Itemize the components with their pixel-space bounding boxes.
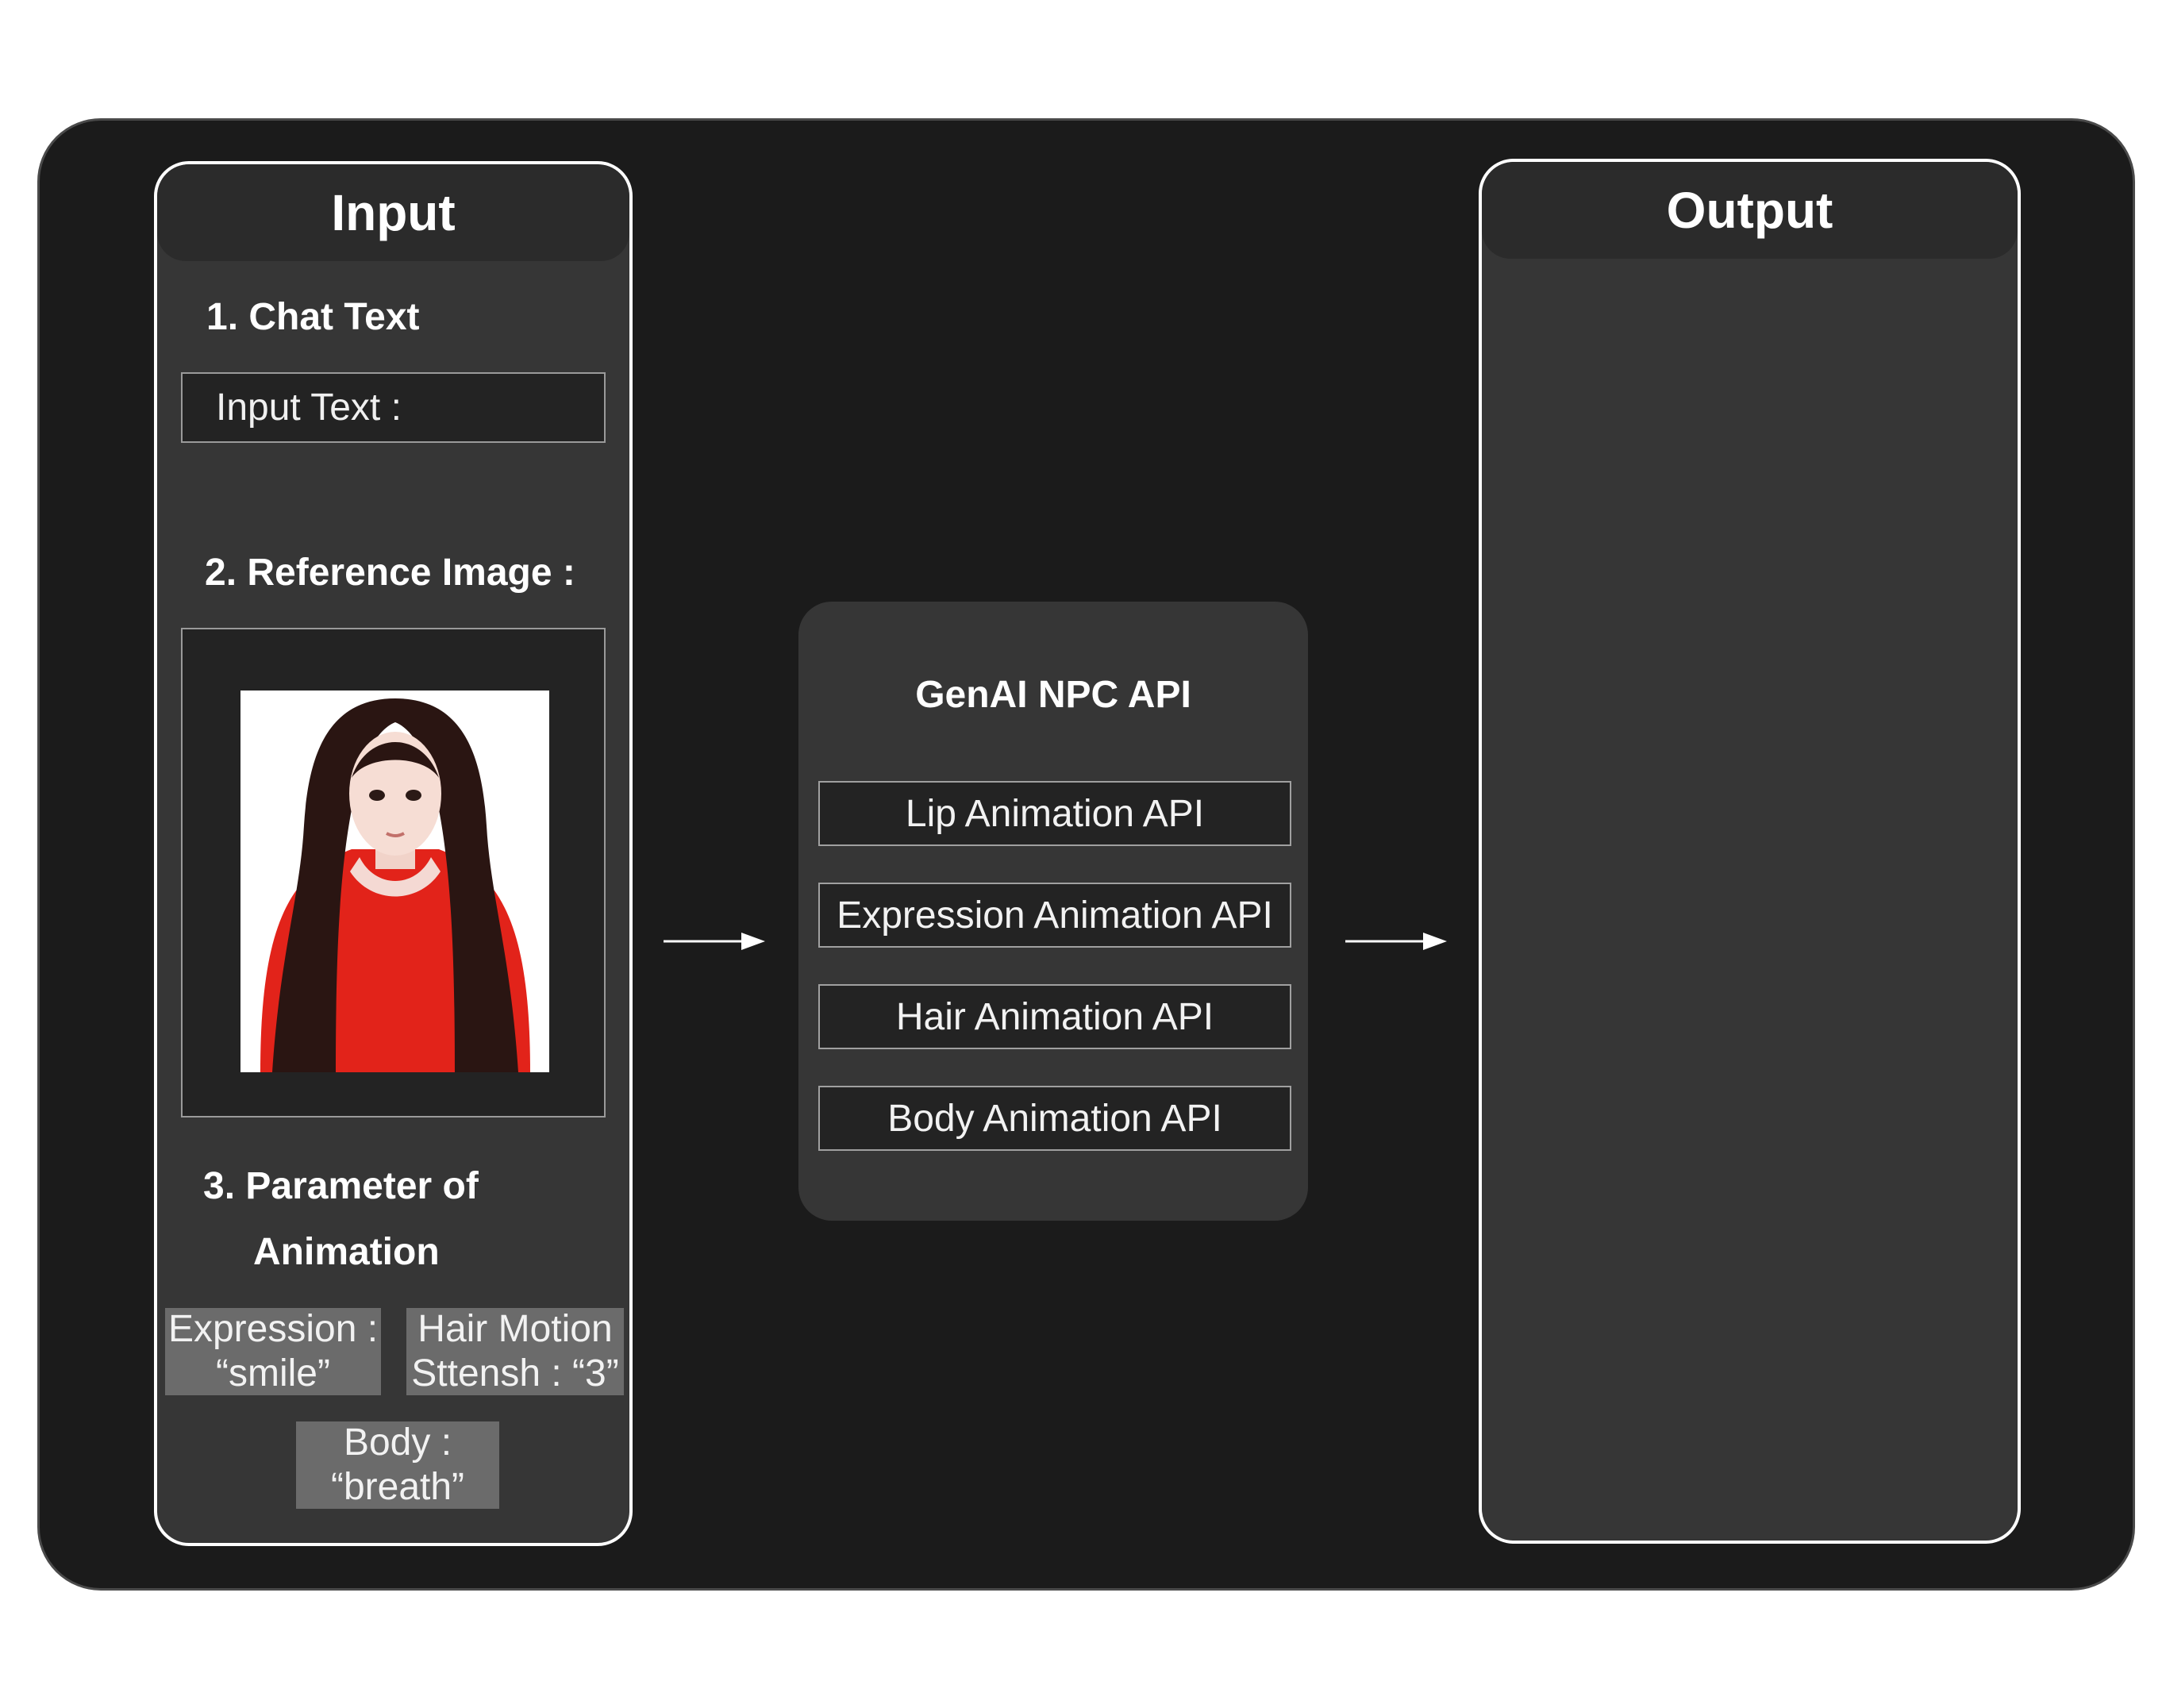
reference-image-heading: 2. Reference Image :: [205, 552, 575, 594]
expression-parameter: Expression : “smile”: [165, 1308, 381, 1395]
expression-animation-api: Expression Animation API: [818, 883, 1291, 948]
input-text-field[interactable]: Input Text :: [181, 372, 606, 443]
output-panel: Output: [1479, 159, 2021, 1544]
api-title: GenAI NPC API: [915, 674, 1191, 716]
input-text-label: Input Text :: [216, 387, 402, 429]
hair-animation-api: Hair Animation API: [818, 984, 1291, 1049]
body-animation-api: Body Animation API: [818, 1086, 1291, 1151]
genai-npc-api-card: GenAI NPC API Lip Animation API Expressi…: [798, 602, 1308, 1221]
parameter-heading-continued: Animation: [253, 1231, 440, 1273]
chat-text-heading: 1. Chat Text: [206, 296, 420, 338]
input-panel: Input 1. Chat Text Input Text : 2. Refer…: [154, 161, 633, 1546]
body-parameter: Body : “breath”: [296, 1421, 499, 1509]
arrow-api-to-output: [1345, 933, 1447, 950]
reference-image: [240, 691, 549, 1072]
input-panel-title: Input: [157, 164, 629, 261]
parameter-heading: 3. Parameter of: [203, 1165, 479, 1207]
reference-image-frame[interactable]: [181, 628, 606, 1118]
hair-motion-parameter: Hair Motion Sttensh : “3”: [406, 1308, 624, 1395]
arrow-input-to-api: [664, 933, 765, 950]
output-panel-title: Output: [1482, 162, 2018, 259]
lip-animation-api: Lip Animation API: [818, 781, 1291, 846]
